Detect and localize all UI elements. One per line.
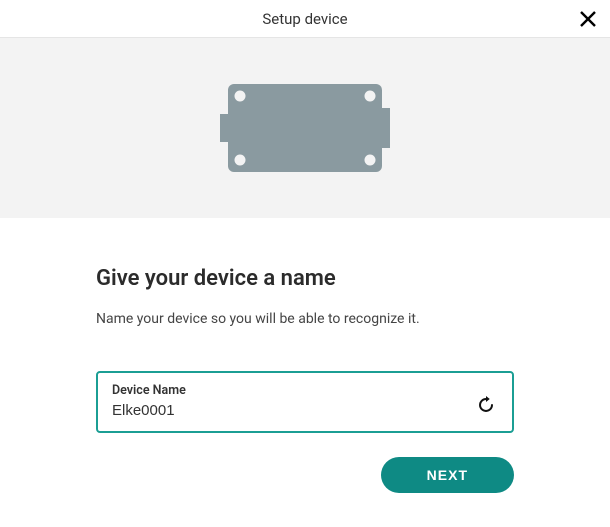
dialog-title: Setup device — [262, 10, 347, 28]
device-board-icon — [220, 78, 390, 178]
device-name-label: Device Name — [112, 383, 466, 398]
next-button[interactable]: NEXT — [381, 457, 514, 493]
page-subtext: Name your device so you will be able to … — [96, 311, 514, 327]
device-name-input[interactable] — [112, 400, 466, 419]
refresh-icon — [477, 396, 495, 414]
device-name-field-inner: Device Name — [112, 383, 466, 419]
dialog-header: Setup device — [0, 0, 610, 38]
close-button[interactable] — [576, 7, 600, 31]
actions-row: NEXT — [96, 457, 514, 493]
regenerate-name-button[interactable] — [474, 393, 498, 417]
device-name-field[interactable]: Device Name — [96, 371, 514, 433]
content-area: Give your device a name Name your device… — [0, 218, 610, 493]
hero-image-area — [0, 38, 610, 218]
page-heading: Give your device a name — [96, 266, 514, 291]
close-icon — [579, 10, 597, 28]
